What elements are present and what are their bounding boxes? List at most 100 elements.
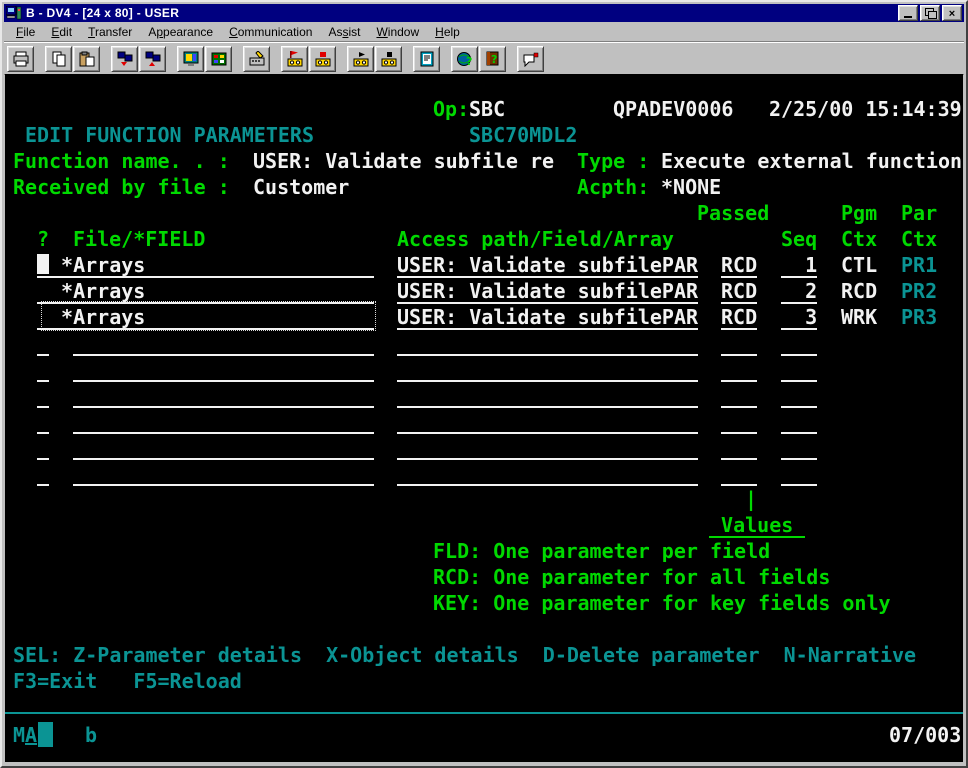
menu-transfer[interactable]: Transfer [80,23,140,41]
application-window: B - DV4 - [24 x 80] - USER × FileEditTra… [0,0,968,768]
terminal-screen[interactable]: M A b 07/003 Op:SBCQPADEV00062/25/00 15:… [5,74,963,762]
access-path-field[interactable] [397,434,698,460]
stop-record-button[interactable] [309,46,336,72]
display-setup-button[interactable] [177,46,204,72]
terminal-text: Seq [781,226,817,252]
restore-button[interactable] [920,5,940,21]
play-macro-button[interactable] [347,46,374,72]
terminal-text: *NONE [661,174,721,200]
file-field[interactable] [73,460,374,486]
keyboard-setup-button[interactable] [243,46,270,72]
access-path-field[interactable] [397,356,698,382]
access-path-field[interactable] [397,408,698,434]
access-path-field[interactable]: USER: Validate subfilePAR [397,252,698,278]
clipboard-icon [419,51,435,67]
support-button[interactable] [517,46,544,72]
print-icon [13,51,29,67]
file-field[interactable]: *Arrays [49,304,374,330]
oia-separator [5,712,963,714]
file-field[interactable]: *Arrays [49,278,374,304]
terminal-text: File/*FIELD [73,226,205,252]
print-button[interactable] [7,46,34,72]
clipboard-button[interactable] [413,46,440,72]
pgm-ctx-value: RCD [841,278,877,304]
terminal-text: FLD: One parameter per field [433,538,770,564]
par-ctx-value: PR1 [901,252,937,278]
color-map-button[interactable] [205,46,232,72]
menu-edit[interactable]: Edit [43,23,80,41]
seq-field[interactable] [781,460,817,486]
menu-help[interactable]: Help [427,23,468,41]
record-macro-icon [287,51,303,67]
menu-window[interactable]: Window [368,23,427,41]
seq-field[interactable]: 2 [781,278,817,304]
file-field[interactable] [73,434,374,460]
file-field[interactable] [73,408,374,434]
menu-assist[interactable]: Assist [320,23,368,41]
copy-button[interactable] [45,46,72,72]
sel-field[interactable] [37,278,49,304]
terminal-text: Received by file : [13,174,230,200]
sel-field[interactable] [37,304,49,330]
terminal-text: Function name. . : [13,148,230,174]
pgm-ctx-value: WRK [841,304,877,330]
seq-field[interactable] [781,356,817,382]
file-field[interactable]: *Arrays [49,252,374,278]
access-path-field[interactable]: USER: Validate subfilePAR [397,304,698,330]
sel-field[interactable] [37,434,49,460]
toolbar-group [177,46,233,72]
menu-communication[interactable]: Communication [221,23,320,41]
seq-field[interactable]: 3 [781,304,817,330]
passed-field[interactable] [721,382,757,408]
send-file-button[interactable] [111,46,138,72]
file-field[interactable] [73,356,374,382]
title-bar: B - DV4 - [24 x 80] - USER × [4,4,964,22]
access-path-field[interactable] [397,330,698,356]
terminal-text: SBC [469,96,505,122]
passed-field[interactable]: RCD [721,304,757,330]
passed-field[interactable] [721,434,757,460]
web-help-button[interactable]: ? [451,46,478,72]
sel-field[interactable] [37,460,49,486]
paste-button[interactable] [73,46,100,72]
file-field[interactable] [73,330,374,356]
terminal-text: Acpth: [577,174,649,200]
book-help-button[interactable]: ? [479,46,506,72]
access-path-field[interactable] [397,460,698,486]
stop-play-button[interactable] [375,46,402,72]
par-ctx-value: PR2 [901,278,937,304]
passed-field[interactable] [721,330,757,356]
menu-file[interactable]: File [8,23,43,41]
passed-field[interactable]: RCD [721,278,757,304]
passed-field[interactable] [721,460,757,486]
send-file-icon [117,51,133,67]
keyboard-setup-icon [249,51,265,67]
svg-text:?: ? [466,55,472,67]
sel-field[interactable] [37,356,49,382]
terminal-text: | [745,486,757,512]
seq-field[interactable] [781,330,817,356]
minimize-button[interactable] [898,5,918,21]
close-button[interactable]: × [942,5,962,21]
menu-appearance[interactable]: Appearance [140,23,221,41]
passed-field[interactable]: RCD [721,252,757,278]
seq-field[interactable] [781,408,817,434]
receive-file-button[interactable] [139,46,166,72]
function-keys-line: F3=Exit F5=Reload [13,668,242,694]
record-macro-button[interactable] [281,46,308,72]
sel-field[interactable] [37,408,49,434]
passed-field[interactable] [721,356,757,382]
access-path-field[interactable]: USER: Validate subfilePAR [397,278,698,304]
copy-icon [51,51,67,67]
sel-field[interactable] [37,382,49,408]
seq-field[interactable]: 1 [781,252,817,278]
file-field[interactable] [73,382,374,408]
seq-field[interactable] [781,434,817,460]
access-path-field[interactable] [397,382,698,408]
toolbar: ?? [4,42,964,75]
seq-field[interactable] [781,382,817,408]
text-cursor [37,254,49,274]
sel-field[interactable] [37,330,49,356]
toolbar-group: ?? [451,46,507,72]
passed-field[interactable] [721,408,757,434]
